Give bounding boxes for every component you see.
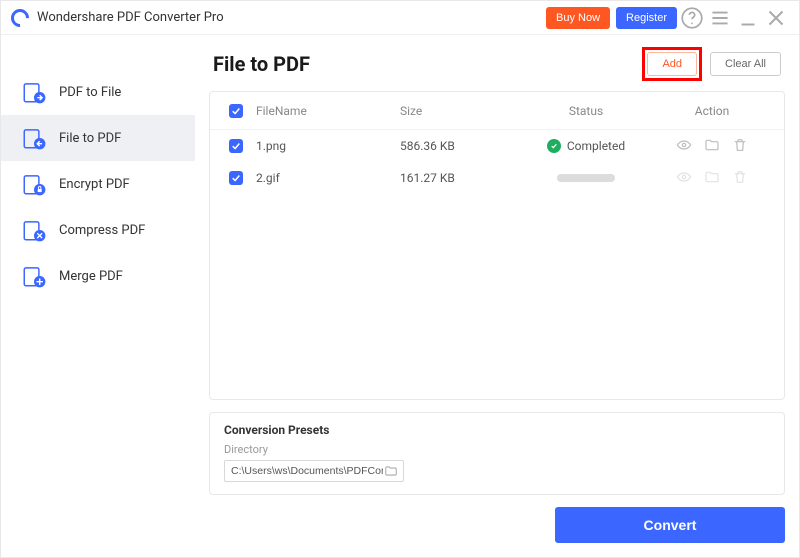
row-checkbox[interactable] <box>229 139 243 153</box>
preview-icon[interactable] <box>676 137 692 153</box>
table-header: FileName Size Status Action <box>210 92 784 130</box>
convert-button[interactable]: Convert <box>555 507 785 543</box>
main-panel: File to PDF Add Clear All FileName Size … <box>195 35 799 557</box>
app-window: Wondershare PDF Converter Pro Buy Now Re… <box>0 0 800 558</box>
main-header: File to PDF Add Clear All <box>195 35 799 91</box>
app-logo-icon <box>7 5 32 30</box>
select-all-checkbox[interactable] <box>229 104 243 118</box>
status-pending-pill <box>557 174 615 182</box>
delete-icon[interactable] <box>732 137 748 153</box>
cell-filename: 2.gif <box>250 171 400 185</box>
sidebar-item-compress-pdf[interactable]: Compress PDF <box>1 207 195 253</box>
sidebar-item-encrypt-pdf[interactable]: Encrypt PDF <box>1 161 195 207</box>
menu-icon[interactable] <box>707 5 733 31</box>
buy-now-button[interactable]: Buy Now <box>546 7 610 29</box>
table-body: 1.png 586.36 KB Completed <box>210 130 784 399</box>
cell-filename: 1.png <box>250 139 400 153</box>
preview-icon[interactable] <box>676 169 692 185</box>
col-status: Status <box>520 104 652 118</box>
minimize-icon[interactable] <box>735 5 761 31</box>
titlebar: Wondershare PDF Converter Pro Buy Now Re… <box>1 1 799 35</box>
directory-input[interactable] <box>231 465 383 477</box>
compress-pdf-icon <box>21 217 47 243</box>
open-folder-icon[interactable] <box>704 169 720 185</box>
encrypt-pdf-icon <box>21 171 47 197</box>
clear-all-button[interactable]: Clear All <box>710 52 781 76</box>
add-button-highlight: Add <box>642 47 702 81</box>
cell-size: 586.36 KB <box>400 139 520 153</box>
open-folder-icon[interactable] <box>704 137 720 153</box>
register-button[interactable]: Register <box>616 7 677 29</box>
col-action: Action <box>652 104 772 118</box>
app-title: Wondershare PDF Converter Pro <box>37 10 224 25</box>
cell-status <box>520 171 652 185</box>
check-circle-icon <box>547 139 561 153</box>
close-icon[interactable] <box>763 5 789 31</box>
status-completed: Completed <box>547 139 625 153</box>
file-to-pdf-icon <box>21 125 47 151</box>
sidebar-item-file-to-pdf[interactable]: File to PDF <box>1 115 195 161</box>
sidebar-item-label: Merge PDF <box>59 269 123 284</box>
file-list-panel: FileName Size Status Action 1.png 586.36… <box>209 91 785 400</box>
sidebar-item-label: Encrypt PDF <box>59 177 130 192</box>
pdf-to-file-icon <box>21 79 47 105</box>
table-row: 2.gif 161.27 KB <box>210 162 784 194</box>
sidebar-item-merge-pdf[interactable]: Merge PDF <box>1 253 195 299</box>
delete-icon[interactable] <box>732 169 748 185</box>
row-checkbox[interactable] <box>229 171 243 185</box>
browse-folder-icon[interactable] <box>383 463 399 479</box>
add-button[interactable]: Add <box>647 52 697 76</box>
col-filename: FileName <box>250 104 400 118</box>
cell-action <box>652 137 772 156</box>
page-title: File to PDF <box>213 52 310 76</box>
body: PDF to File File to PDF Encrypt PDF Comp… <box>1 35 799 557</box>
col-size: Size <box>400 104 520 118</box>
presets-heading: Conversion Presets <box>224 423 770 437</box>
table-row: 1.png 586.36 KB Completed <box>210 130 784 162</box>
cell-action <box>652 169 772 188</box>
convert-bar: Convert <box>195 507 799 557</box>
sidebar-item-label: PDF to File <box>59 85 121 100</box>
directory-field <box>224 460 404 482</box>
sidebar: PDF to File File to PDF Encrypt PDF Comp… <box>1 35 195 557</box>
conversion-presets: Conversion Presets Directory <box>209 412 785 495</box>
sidebar-item-label: File to PDF <box>59 131 121 146</box>
sidebar-item-label: Compress PDF <box>59 223 145 238</box>
cell-size: 161.27 KB <box>400 171 520 185</box>
cell-status: Completed <box>520 139 652 153</box>
merge-pdf-icon <box>21 263 47 289</box>
sidebar-item-pdf-to-file[interactable]: PDF to File <box>1 69 195 115</box>
directory-label: Directory <box>224 443 770 456</box>
help-icon[interactable] <box>679 5 705 31</box>
